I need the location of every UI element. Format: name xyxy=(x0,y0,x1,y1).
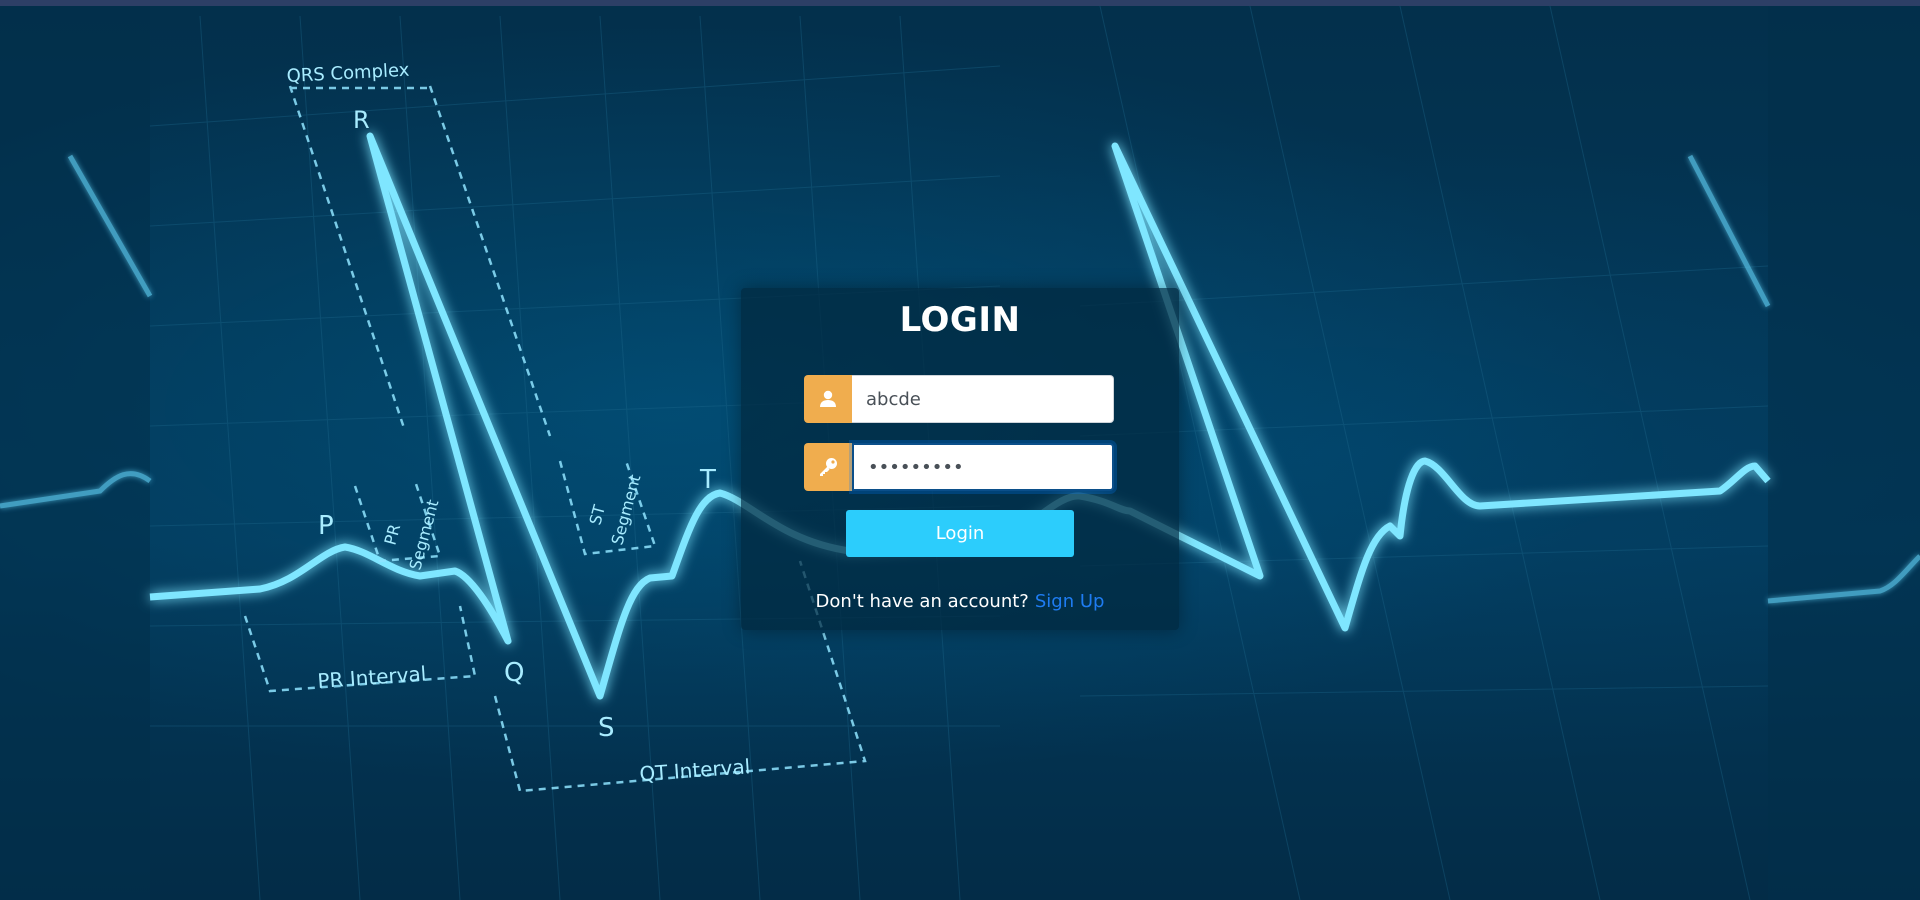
signup-prompt-text: Don't have an account? xyxy=(815,591,1029,612)
left-side-panel xyxy=(0,6,150,900)
qrs-complex-label: QRS Complex xyxy=(286,60,410,87)
browser-top-bar xyxy=(0,0,1920,6)
username-input-group xyxy=(804,375,1114,423)
p-wave-label: P xyxy=(318,511,334,541)
qt-interval-label: QT Interval xyxy=(639,754,751,786)
password-input[interactable] xyxy=(852,443,1114,491)
user-icon xyxy=(804,375,852,423)
login-button[interactable]: Login xyxy=(846,510,1074,557)
right-side-panel xyxy=(1768,6,1920,900)
login-card: LOGIN Login Don't have an account? Sign U… xyxy=(741,288,1179,630)
ecg-labels: QRS Complex R P Q S T PR Segment ST Segm… xyxy=(286,60,751,786)
t-wave-label: T xyxy=(699,465,716,495)
s-wave-label: S xyxy=(598,713,615,743)
pr-segment-label-line1: PR xyxy=(381,522,405,547)
st-segment-label-line2: Segment xyxy=(608,473,645,547)
password-input-group xyxy=(804,443,1114,491)
pr-interval-label: PR Interval xyxy=(317,661,427,693)
q-wave-label: Q xyxy=(504,658,524,688)
signup-link[interactable]: Sign Up xyxy=(1035,591,1105,612)
key-icon xyxy=(804,443,852,491)
st-segment-label-line1: ST xyxy=(586,503,610,527)
r-wave-label: R xyxy=(353,106,370,134)
signup-prompt-line: Don't have an account? Sign Up xyxy=(741,591,1179,612)
login-title: LOGIN xyxy=(899,300,1021,340)
username-input[interactable] xyxy=(852,375,1114,423)
